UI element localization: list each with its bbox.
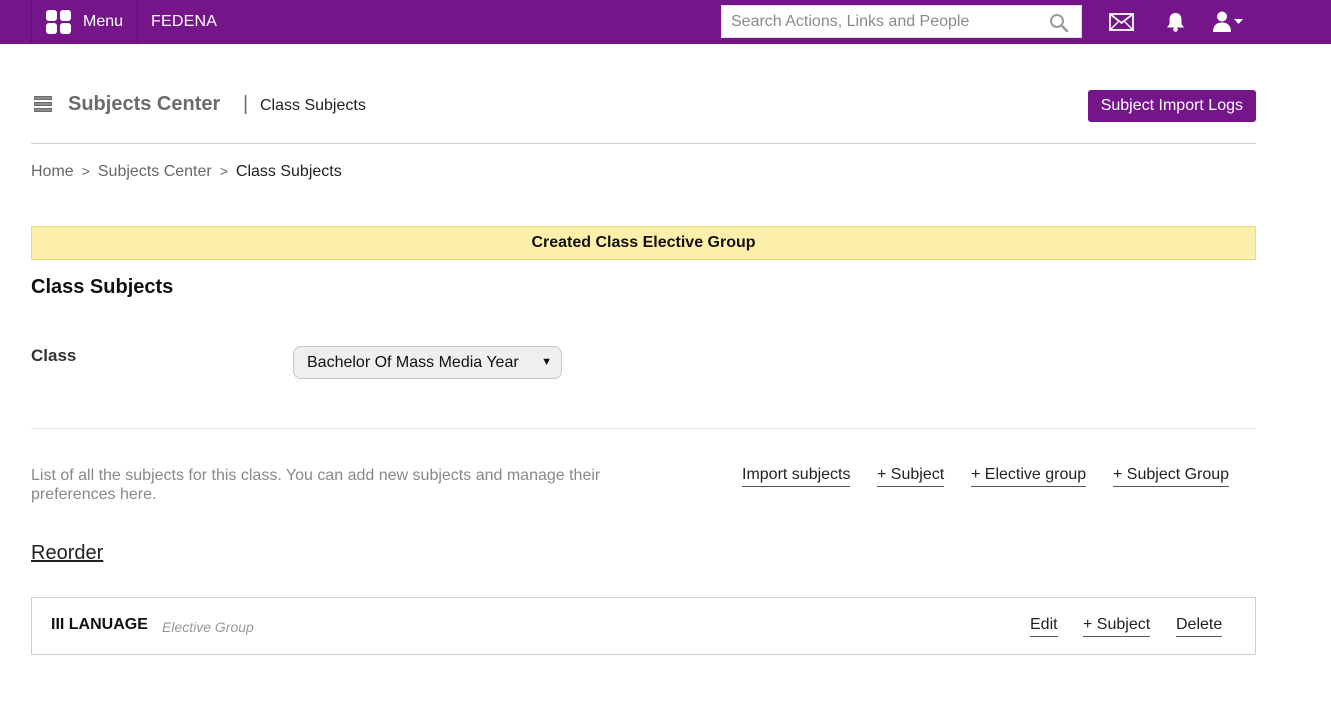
menu-button[interactable]: Menu — [31, 0, 138, 44]
search-input[interactable] — [722, 6, 1042, 37]
mail-icon[interactable] — [1109, 13, 1134, 31]
class-label: Class — [31, 346, 77, 365]
page-title: Subjects Center — [68, 93, 221, 115]
user-icon[interactable] — [1211, 10, 1233, 32]
search-box[interactable] — [721, 5, 1082, 38]
grid-icon — [46, 10, 72, 34]
description-text: List of all the subjects for this class.… — [31, 467, 601, 503]
page-header: Subjects Center | Class Subjects Subject… — [31, 89, 1256, 144]
breadcrumb-home[interactable]: Home — [31, 163, 74, 180]
group-name: III LANUAGE — [51, 616, 148, 633]
breadcrumb-subjects-center[interactable]: Subjects Center — [98, 163, 212, 180]
breadcrumb: Home > Subjects Center > Class Subjects — [31, 163, 342, 181]
list-icon — [34, 95, 54, 113]
add-subject-to-group-link[interactable]: + Subject — [1083, 616, 1151, 637]
breadcrumb-current: Class Subjects — [235, 163, 342, 180]
subject-import-logs-button[interactable]: Subject Import Logs — [1087, 90, 1256, 122]
add-elective-group-link[interactable]: + Elective group — [971, 466, 1087, 487]
flash-message: Created Class Elective Group — [31, 226, 1256, 260]
reorder-link[interactable]: Reorder — [31, 542, 103, 565]
breadcrumb-separator: > — [219, 163, 228, 179]
menu-label: Menu — [83, 13, 124, 30]
breadcrumb-separator: > — [81, 163, 90, 179]
top-navbar: Menu FEDENA — [0, 0, 1331, 44]
class-select[interactable]: Bachelor Of Mass Media Year ▼ — [293, 346, 562, 379]
bell-icon[interactable] — [1165, 11, 1186, 33]
import-subjects-link[interactable]: Import subjects — [742, 466, 851, 487]
group-type: Elective Group — [162, 619, 254, 635]
add-subject-group-link[interactable]: + Subject Group — [1113, 466, 1230, 487]
edit-group-link[interactable]: Edit — [1030, 616, 1058, 637]
elective-group-row: III LANUAGE Elective Group Edit + Subjec… — [31, 597, 1256, 655]
title-separator: | — [243, 93, 249, 115]
delete-group-link[interactable]: Delete — [1176, 616, 1223, 637]
dropdown-arrow-icon: ▼ — [541, 356, 552, 368]
divider — [31, 428, 1256, 429]
caret-down-icon[interactable] — [1234, 19, 1243, 25]
class-select-value: Bachelor Of Mass Media Year — [307, 354, 519, 371]
page-subtitle: Class Subjects — [260, 97, 366, 114]
search-icon[interactable] — [1049, 13, 1069, 33]
brand-name[interactable]: FEDENA — [151, 13, 217, 31]
section-title: Class Subjects — [31, 276, 174, 298]
add-subject-link[interactable]: + Subject — [877, 466, 945, 487]
